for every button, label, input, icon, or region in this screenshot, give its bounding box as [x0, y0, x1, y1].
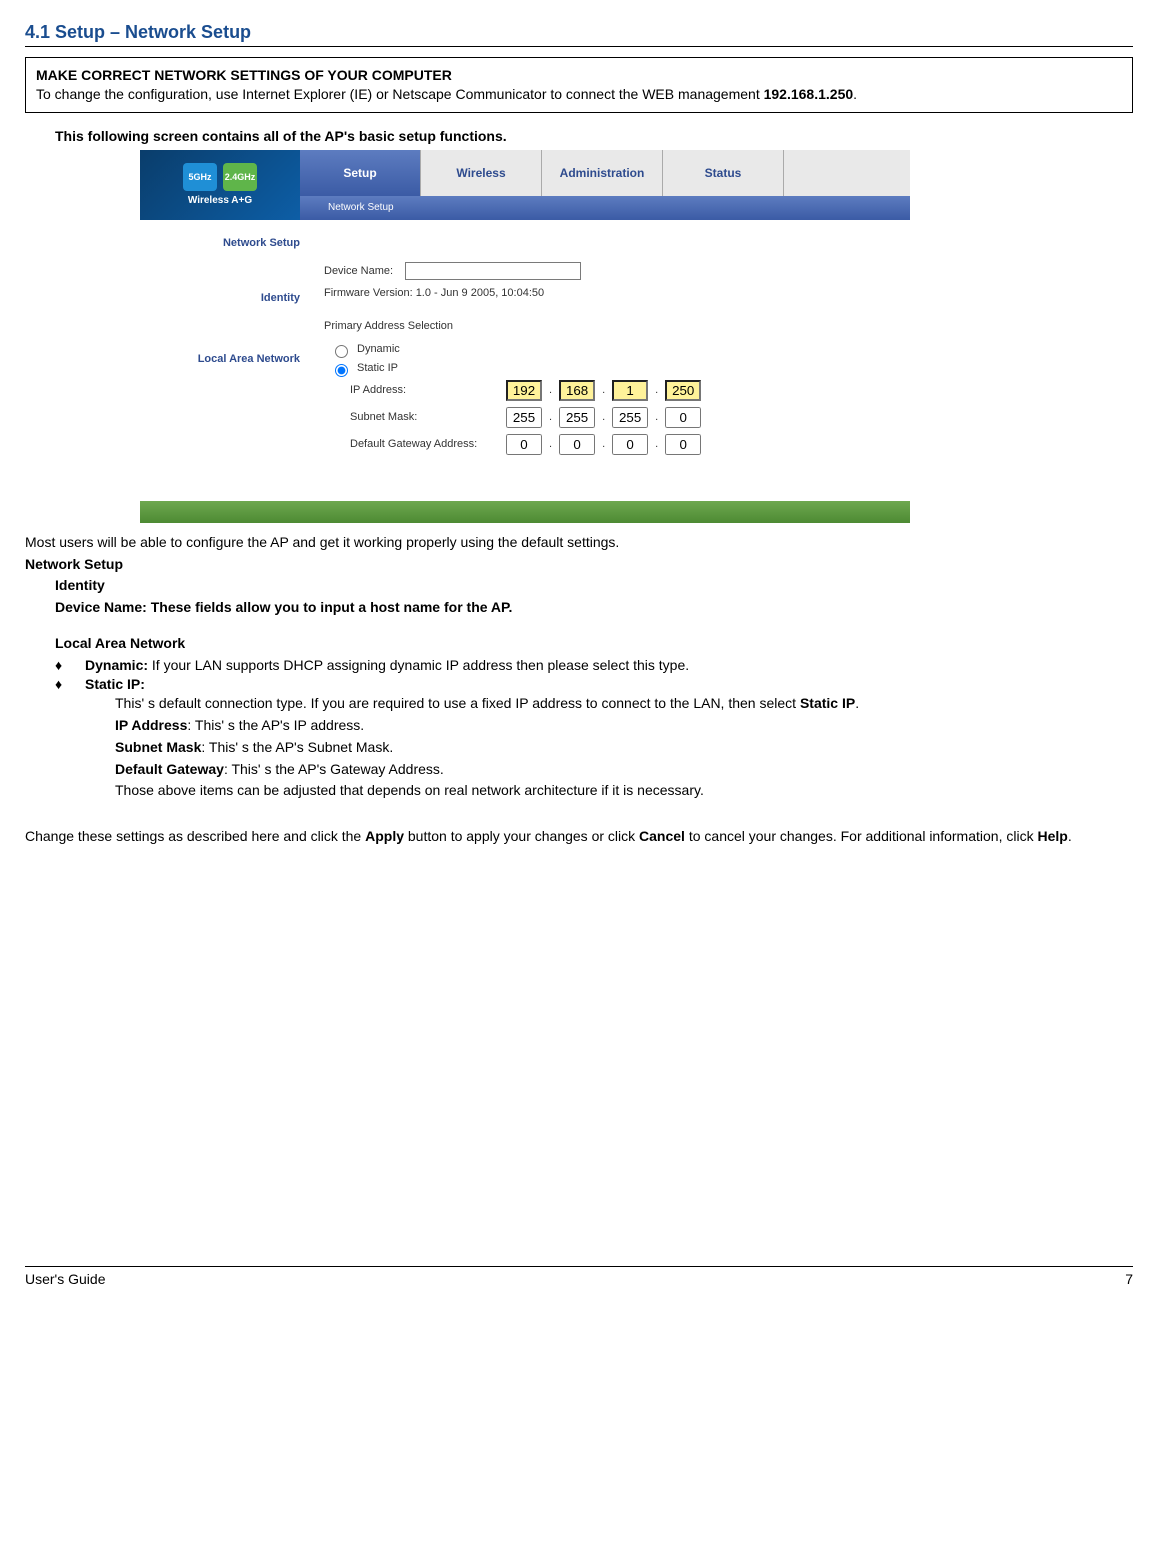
bullet-dynamic: ♦ Dynamic: If your LAN supports DHCP ass… — [55, 656, 1133, 675]
notice-box: MAKE CORRECT NETWORK SETTINGS OF YOUR CO… — [25, 57, 1133, 113]
device-name-input[interactable] — [405, 262, 581, 280]
ip-oct-1[interactable] — [506, 380, 542, 401]
subnet-mask-b: Subnet Mask — [115, 739, 201, 755]
subtab-network-setup[interactable]: Network Setup — [318, 199, 404, 217]
sm-oct-3[interactable] — [612, 407, 648, 428]
notice-heading: MAKE CORRECT NETWORK SETTINGS OF YOUR CO… — [36, 66, 1122, 85]
gw-oct-2[interactable] — [559, 434, 595, 455]
label-device-name: Device Name: These fields allow you to i… — [55, 599, 512, 615]
notice-ip: 192.168.1.250 — [764, 86, 854, 102]
apply-pre: Change these settings as described here … — [25, 828, 365, 844]
apply-mid: button to apply your changes or click — [404, 828, 639, 844]
section-title: 4.1 Setup – Network Setup — [25, 20, 1133, 47]
static-desc: This' s default connection type. If you … — [115, 694, 1133, 713]
radio-dynamic-label: Dynamic — [357, 342, 400, 357]
notice-body-pre: To change the configuration, use Interne… — [36, 86, 764, 102]
dynamic-text: If your LAN supports DHCP assigning dyna… — [148, 657, 689, 673]
tab-administration[interactable]: Administration — [542, 150, 663, 196]
left-network-setup: Network Setup — [140, 236, 300, 251]
footer-left: User's Guide — [25, 1270, 105, 1289]
ip-oct-2[interactable] — [559, 380, 595, 401]
ip-oct-3[interactable] — [612, 380, 648, 401]
ip-oct-4[interactable] — [665, 380, 701, 401]
logo-text: Wireless A+G — [188, 194, 252, 208]
default-gateway-b: Default Gateway — [115, 761, 224, 777]
notice-body: To change the configuration, use Interne… — [36, 85, 1122, 104]
firmware-version: Firmware Version: 1.0 - Jun 9 2005, 10:0… — [324, 286, 544, 301]
label-lan: Local Area Network — [55, 635, 185, 651]
adjust-note: Those above items can be adjusted that d… — [115, 781, 1133, 800]
sm-oct-2[interactable] — [559, 407, 595, 428]
default-gateway-t: : This' s the AP's Gateway Address. — [224, 761, 444, 777]
apply-paragraph: Change these settings as described here … — [25, 827, 1133, 846]
sm-oct-4[interactable] — [665, 407, 701, 428]
bullet-static: ♦ Static IP: — [55, 675, 1133, 694]
primary-address-selection: Primary Address Selection — [324, 319, 900, 334]
tab-status[interactable]: Status — [663, 150, 784, 196]
apply-post1: to cancel your changes. For additional i… — [685, 828, 1038, 844]
logo: 5GHz 2.4GHz Wireless A+G — [140, 150, 300, 220]
tab-setup[interactable]: Setup — [300, 150, 421, 196]
bullet-icon: ♦ — [55, 675, 85, 694]
screenshot: 5GHz 2.4GHz Wireless A+G Setup Wireless … — [140, 150, 1133, 523]
label-identity: Identity — [55, 577, 105, 593]
intro-line: This following screen contains all of th… — [55, 127, 1133, 146]
tab-wireless[interactable]: Wireless — [421, 150, 542, 196]
gw-oct-1[interactable] — [506, 434, 542, 455]
logo-flag-5ghz: 5GHz — [183, 163, 217, 191]
cancel-word: Cancel — [639, 828, 685, 844]
subnet-mask-t: : This' s the AP's Subnet Mask. — [201, 739, 393, 755]
help-word: Help — [1037, 828, 1067, 844]
notice-body-post: . — [853, 86, 857, 102]
radio-static[interactable] — [335, 364, 348, 377]
subtab-row: Network Setup — [300, 196, 910, 220]
dynamic-label: Dynamic: — [85, 657, 148, 673]
ip-address-b: IP Address — [115, 717, 187, 733]
static-label: Static IP: — [85, 676, 145, 692]
ip-address-t: : This' s the AP's IP address. — [187, 717, 364, 733]
label-network-setup: Network Setup — [25, 556, 123, 572]
logo-flag-24ghz: 2.4GHz — [223, 163, 257, 191]
static-desc-c: . — [855, 695, 859, 711]
gw-oct-4[interactable] — [665, 434, 701, 455]
apply-post2: . — [1068, 828, 1072, 844]
apply-word: Apply — [365, 828, 404, 844]
footer-page-number: 7 — [1125, 1270, 1133, 1289]
static-desc-b: Static IP — [800, 695, 855, 711]
gw-oct-3[interactable] — [612, 434, 648, 455]
left-identity: Identity — [140, 291, 300, 306]
gateway-label: Default Gateway Address: — [350, 437, 500, 452]
static-desc-a: This' s default connection type. If you … — [115, 695, 800, 711]
left-lan: Local Area Network — [140, 352, 300, 367]
line-most-users: Most users will be able to configure the… — [25, 533, 1133, 552]
footer: User's Guide 7 — [25, 1266, 1133, 1289]
tab-filler — [784, 150, 910, 196]
radio-static-label: Static IP — [357, 361, 398, 376]
bottom-bar — [140, 501, 910, 523]
bullet-icon: ♦ — [55, 656, 85, 675]
sm-oct-1[interactable] — [506, 407, 542, 428]
ip-address-label: IP Address: — [350, 383, 500, 398]
radio-dynamic[interactable] — [335, 345, 348, 358]
subnet-mask-label: Subnet Mask: — [350, 410, 500, 425]
device-name-label: Device Name: — [324, 264, 393, 279]
tab-row: Setup Wireless Administration Status — [300, 150, 910, 196]
